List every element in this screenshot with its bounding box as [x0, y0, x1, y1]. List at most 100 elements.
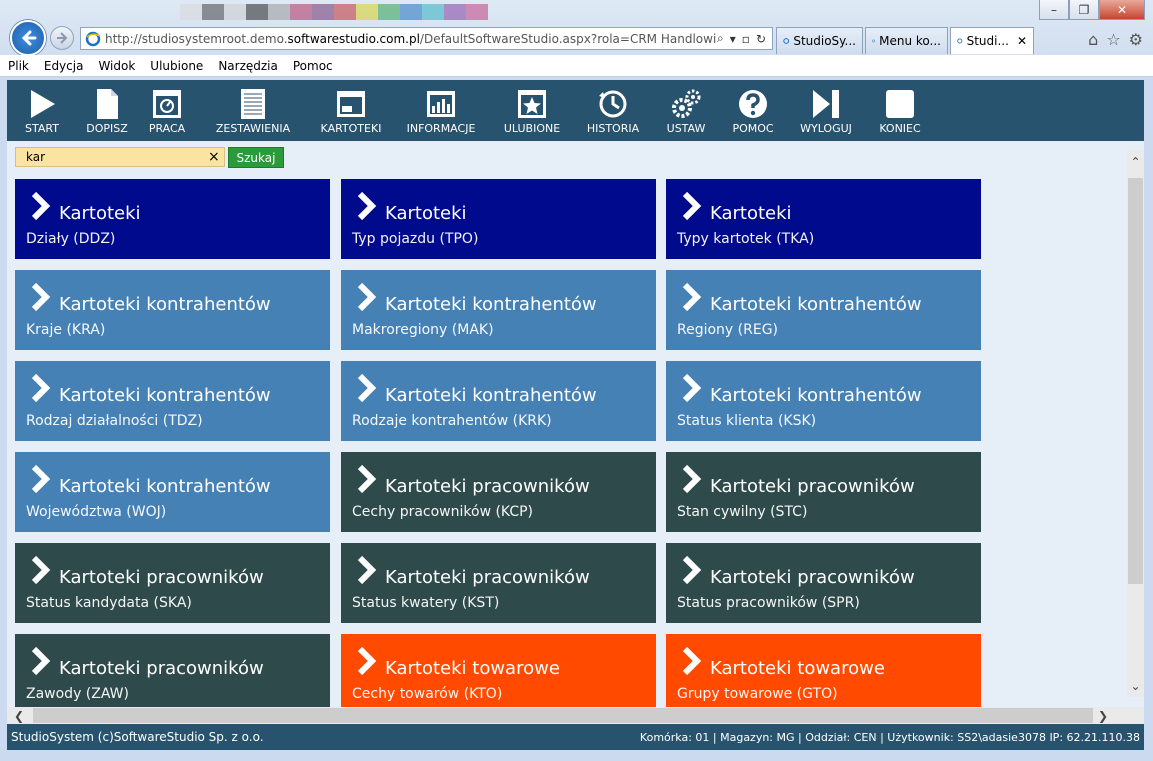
play-icon: [31, 90, 55, 118]
ie-page-icon: [85, 31, 101, 46]
toolbar-kartoteki-button[interactable]: KARTOTEKI: [309, 80, 393, 141]
toolbar-label: ULUBIONE: [503, 122, 561, 135]
toolbar-start-button[interactable]: START: [7, 80, 77, 141]
toolbar-historia-button[interactable]: HISTORIA: [575, 80, 651, 141]
maximize-button[interactable]: ❐: [1069, 0, 1099, 20]
chevron-right-icon: [31, 373, 51, 403]
menu-tile[interactable]: Kartoteki kontrahentów Rodzaj działalnośc…: [15, 361, 330, 441]
tile-subtitle: Województwa (WOJ): [26, 504, 167, 520]
browser-tab-2[interactable]: Menu ko...: [865, 27, 948, 54]
forward-button[interactable]: [50, 26, 74, 50]
menu-tile[interactable]: Kartoteki towarowe Grupy towarowe (GTO): [666, 634, 981, 707]
minimize-button[interactable]: –: [1039, 0, 1069, 20]
menu-plik[interactable]: Plik: [8, 59, 29, 73]
chevron-right-icon: [682, 191, 702, 221]
address-bar[interactable]: http://studiosystemroot.demo.softwarestu…: [80, 27, 773, 50]
close-window-button[interactable]: ✕: [1099, 0, 1145, 20]
chevron-right-icon: [357, 282, 377, 312]
settings-gear-icon[interactable]: ⚙: [1129, 30, 1143, 49]
tile-subtitle: Status klienta (KSK): [677, 413, 817, 429]
tile-title: Kartoteki: [385, 203, 467, 224]
scroll-down-icon[interactable]: ⌄: [1127, 676, 1144, 696]
toolbar-label: START: [25, 122, 59, 135]
browser-tab-3-active[interactable]: Studi... ✕: [950, 27, 1034, 54]
toolbar-zestawienia-button[interactable]: ZESTAWIENIA: [197, 80, 309, 141]
menu-tile[interactable]: Kartoteki Działy (DDZ): [15, 179, 330, 259]
bar-chart-icon: [427, 91, 455, 117]
menu-tile[interactable]: Kartoteki pracowników Status pracowników …: [666, 543, 981, 623]
toolbar-dopisz-button[interactable]: DOPISZ: [77, 80, 137, 141]
toolbar-label: DOPISZ: [86, 122, 128, 135]
vertical-scrollbar[interactable]: ⌃ ⌄: [1127, 150, 1144, 697]
tile-subtitle: Status kwatery (KST): [352, 595, 500, 611]
tile-subtitle: Kraje (KRA): [26, 322, 106, 338]
window-frame-left: [0, 80, 7, 750]
menu-tile[interactable]: Kartoteki kontrahentów Status klienta (KS…: [666, 361, 981, 441]
menu-tile[interactable]: Kartoteki kontrahentów Regiony (REG): [666, 270, 981, 350]
horizontal-scrollbar[interactable]: ❮ ❯: [7, 707, 1144, 724]
tile-subtitle: Regiony (REG): [677, 322, 779, 338]
toolbar-label: KARTOTEKI: [320, 122, 382, 135]
tile-title: Kartoteki: [710, 203, 792, 224]
browser-tab-1[interactable]: StudioSy...: [776, 27, 863, 54]
tile-title: Kartoteki kontrahentów: [59, 476, 271, 497]
menu-tile[interactable]: Kartoteki pracowników Status kandydata (S…: [15, 543, 330, 623]
desktop-background-strip: [180, 4, 488, 20]
clear-search-icon[interactable]: ×: [208, 149, 220, 165]
menu-tile[interactable]: Kartoteki pracowników Cechy pracowników (…: [341, 452, 656, 532]
refresh-icon[interactable]: ↻: [756, 32, 766, 46]
search-button[interactable]: Szukaj: [228, 147, 284, 168]
gears-icon: [672, 89, 701, 118]
favorites-star-icon[interactable]: ☆: [1106, 30, 1120, 49]
home-icon[interactable]: ⌂: [1088, 30, 1098, 49]
back-button[interactable]: [10, 20, 46, 56]
menu-widok[interactable]: Widok: [98, 59, 135, 73]
menu-tile[interactable]: Kartoteki Typ pojazdu (TPO): [341, 179, 656, 259]
menu-ulubione[interactable]: Ulubione: [150, 59, 203, 73]
menu-tile[interactable]: Kartoteki towarowe Cechy towarów (KTO): [341, 634, 656, 707]
menu-tile[interactable]: Kartoteki kontrahentów Rodzaje kontrahent…: [341, 361, 656, 441]
tab-label: Studi...: [966, 34, 1009, 48]
toolbar-label: PRACA: [148, 122, 186, 135]
menu-tile[interactable]: Kartoteki kontrahentów Makroregiony (MAK): [341, 270, 656, 350]
toolbar-wyloguj-button[interactable]: WYLOGUJ: [785, 80, 867, 141]
close-tab-icon[interactable]: ✕: [1017, 34, 1027, 48]
menu-tile[interactable]: Kartoteki pracowników Stan cywilny (STC): [666, 452, 981, 532]
menu-tile[interactable]: Kartoteki pracowników Zawody (ZAW): [15, 634, 330, 707]
tab-label: Menu ko...: [879, 34, 941, 48]
new-document-icon: [97, 89, 118, 119]
search-input[interactable]: kar: [15, 147, 225, 167]
toolbar-pomoc-button[interactable]: POMOC: [721, 80, 785, 141]
chevron-right-icon: [682, 282, 702, 312]
menu-edycja[interactable]: Edycja: [44, 59, 84, 73]
toolbar-ulubione-button[interactable]: ULUBIONE: [489, 80, 575, 141]
chevron-right-icon: [682, 555, 702, 585]
search-address-icon[interactable]: ⌕: [717, 31, 724, 46]
session-info: Komórka: 01 | Magazyn: MG | Oddział: CEN…: [639, 730, 1140, 744]
menu-tile[interactable]: Kartoteki Typy kartotek (TKA): [666, 179, 981, 259]
scroll-left-icon[interactable]: ❮: [9, 707, 29, 724]
toolbar-praca-button[interactable]: PRACA: [137, 80, 197, 141]
menu-tile[interactable]: Kartoteki kontrahentów Województwa (WOJ): [15, 452, 330, 532]
scroll-right-icon[interactable]: ❯: [1093, 707, 1113, 724]
tile-title: Kartoteki kontrahentów: [59, 294, 271, 315]
browser-chrome: – ❐ ✕ http://studiosystemroot.demo.softw…: [0, 0, 1153, 80]
toolbar-koniec-button[interactable]: KONIEC: [867, 80, 933, 141]
scroll-up-icon[interactable]: ⌃: [1127, 152, 1144, 172]
menu-pomoc[interactable]: Pomoc: [293, 59, 333, 73]
menu-tile[interactable]: Kartoteki kontrahentów Kraje (KRA): [15, 270, 330, 350]
dropdown-icon[interactable]: ▾: [730, 32, 736, 46]
toolbar-informacje-button[interactable]: INFORMACJE: [393, 80, 489, 141]
tab-label: StudioSy...: [793, 34, 856, 48]
tile-subtitle: Status pracowników (SPR): [677, 595, 860, 611]
chevron-right-icon: [682, 464, 702, 494]
toolbar-ustaw-button[interactable]: USTAW: [651, 80, 721, 141]
horizontal-scroll-thumb[interactable]: [33, 708, 1093, 723]
tile-subtitle: Cechy pracowników (KCP): [352, 504, 534, 520]
vertical-scroll-thumb[interactable]: [1128, 178, 1143, 584]
tile-title: Kartoteki pracowników: [59, 658, 264, 679]
tile-subtitle: Grupy towarowe (GTO): [677, 686, 838, 702]
menu-tile[interactable]: Kartoteki pracowników Status kwatery (KST…: [341, 543, 656, 623]
tile-title: Kartoteki towarowe: [710, 658, 885, 679]
menu-narzedzia[interactable]: Narzędzia: [218, 59, 278, 73]
